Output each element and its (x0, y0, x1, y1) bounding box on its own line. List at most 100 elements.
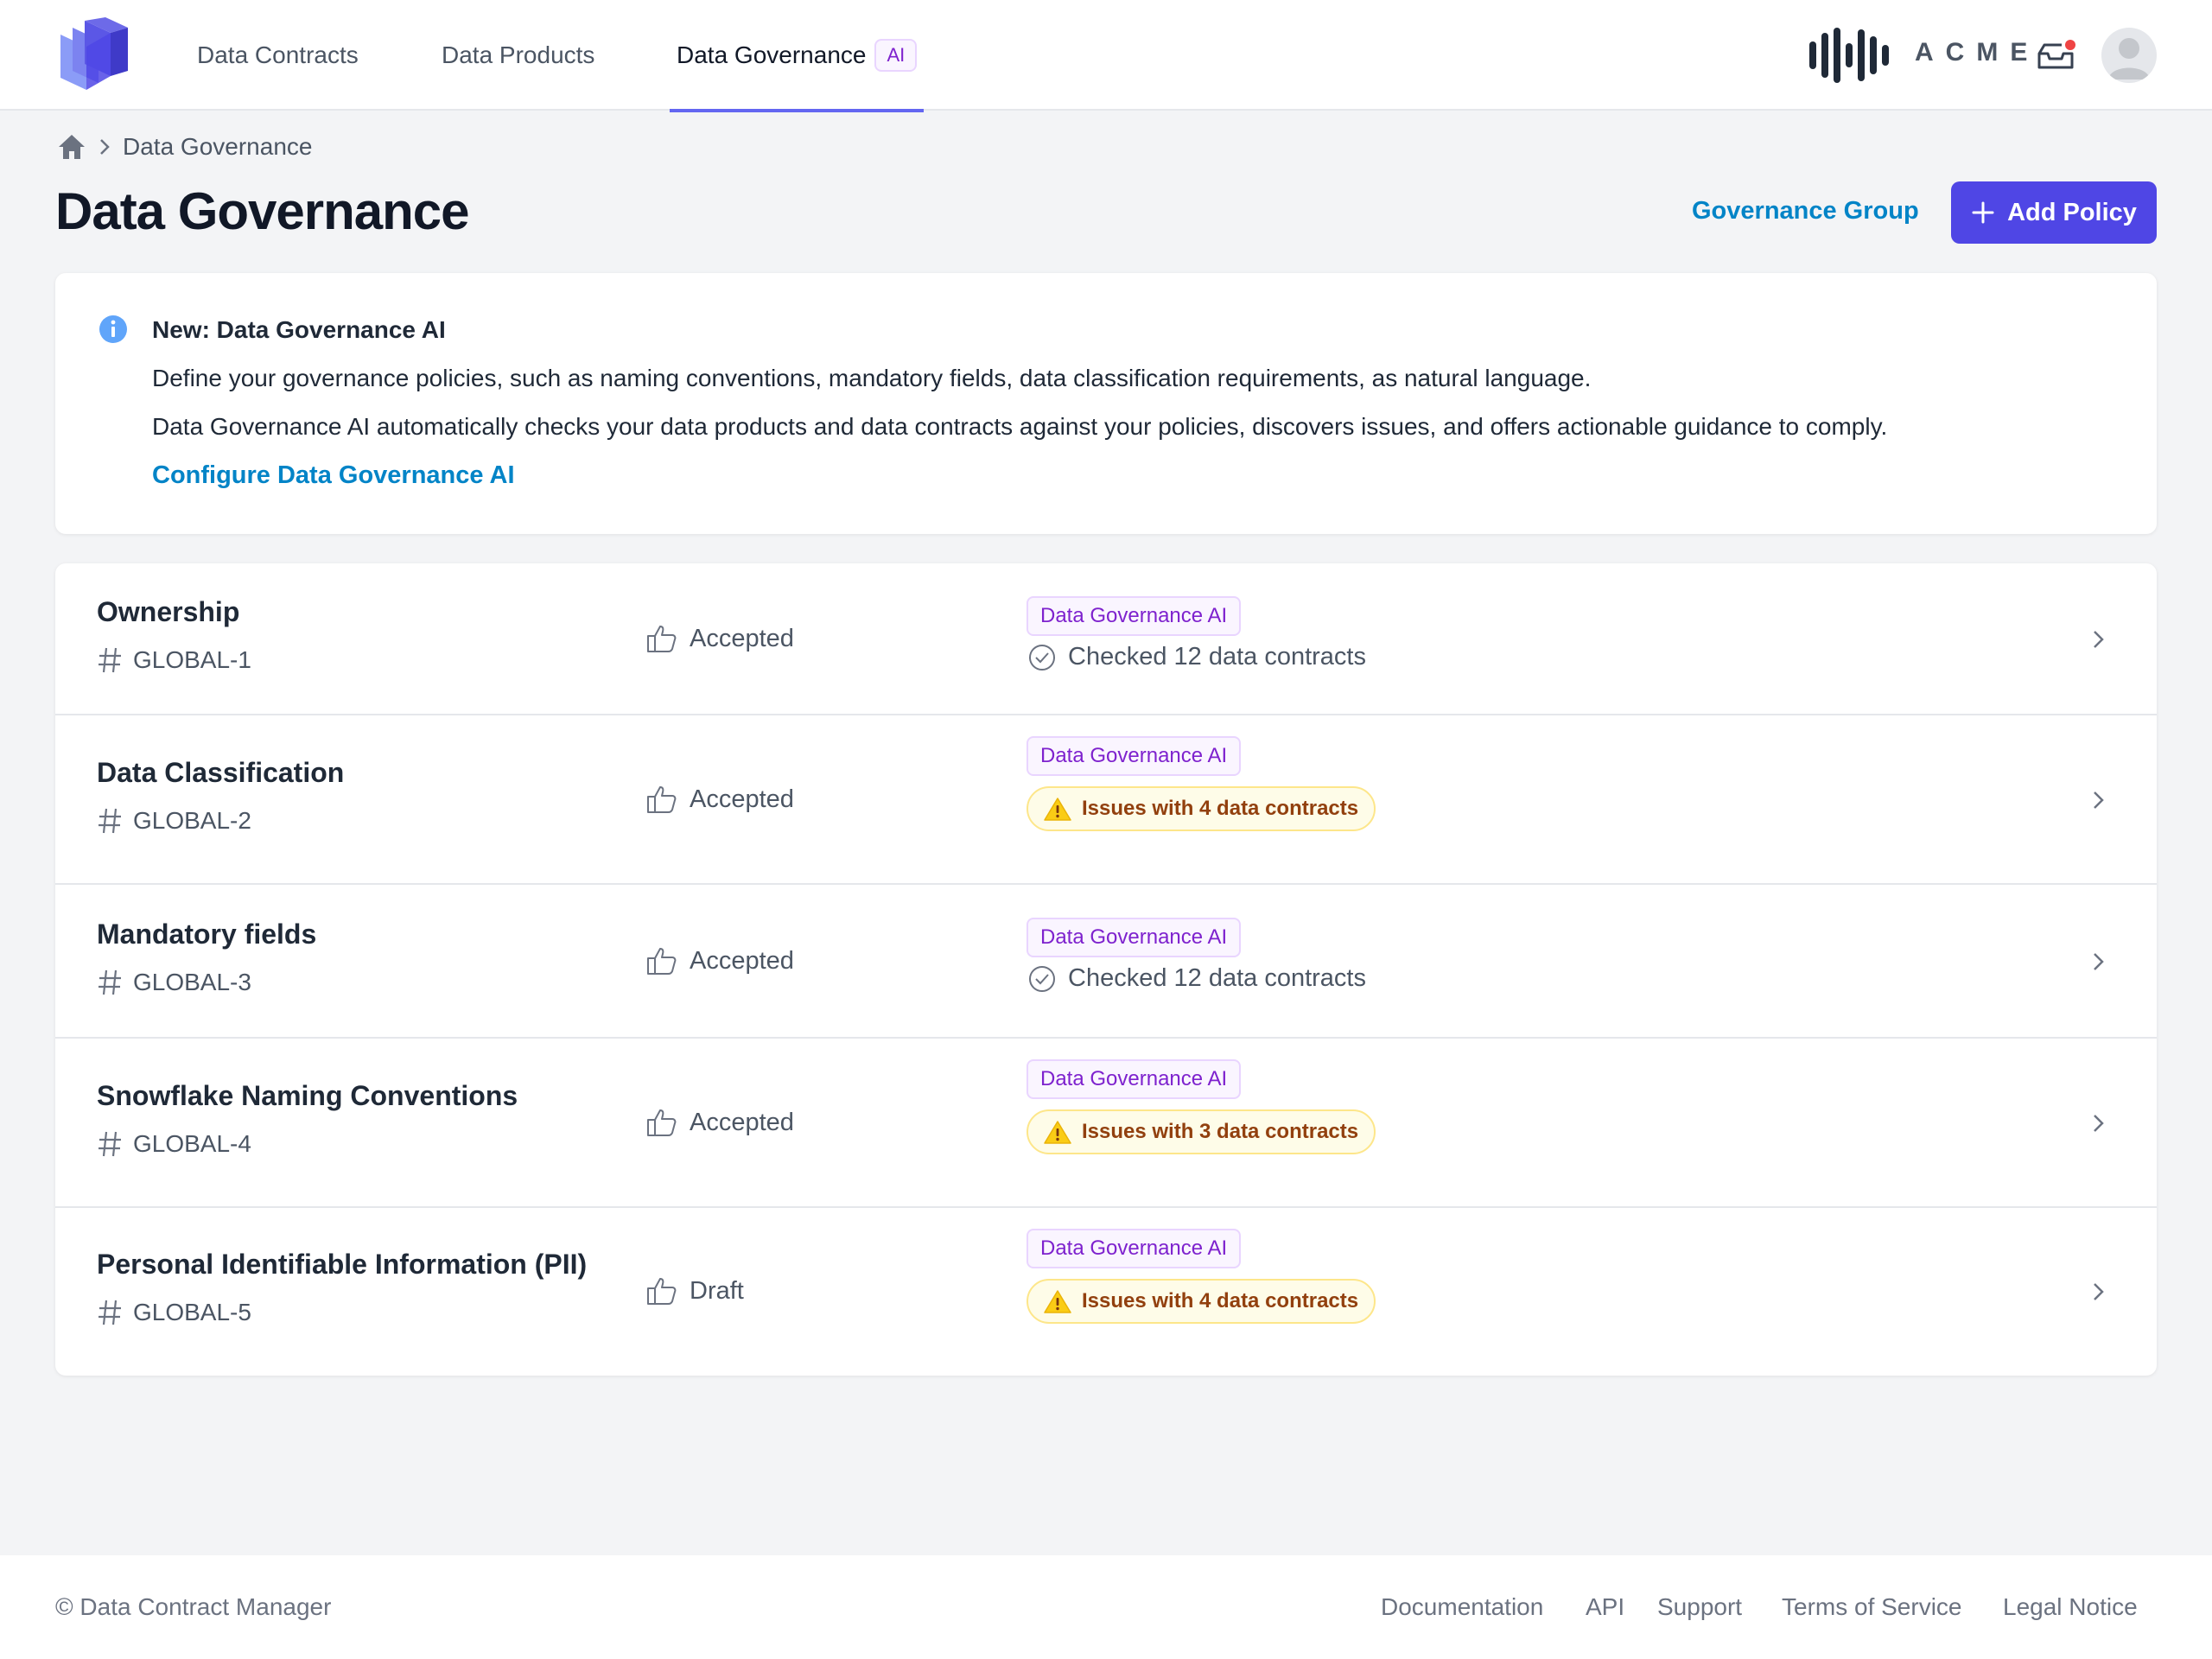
info-text: Define your governance policies, such as… (152, 365, 1592, 391)
policy-status-text: Accepted (690, 785, 794, 813)
check-result-text: Checked 12 data contracts (1068, 643, 1366, 671)
tab-data-products[interactable]: Data Products (442, 0, 594, 111)
thumbs-up-icon (647, 1278, 677, 1305)
check-circle-icon (1029, 965, 1055, 992)
thumbs-up-icon (647, 626, 677, 652)
warning-icon (1044, 1290, 1071, 1313)
policy-name: Mandatory fields (97, 918, 317, 950)
policy-row[interactable]: Personal Identifiable Information (PII) … (55, 1208, 2157, 1376)
tab-data-governance[interactable]: Data Governance AI (669, 0, 925, 112)
policy-name: Snowflake Naming Conventions (97, 1080, 518, 1111)
thumbs-up-icon (647, 786, 677, 813)
issues-badge[interactable]: Issues with 4 data contracts (1027, 786, 1376, 831)
chevron-right-icon (100, 139, 110, 155)
check-circle-icon (1029, 644, 1055, 671)
hash-icon (99, 808, 121, 834)
hash-icon (99, 1300, 121, 1325)
policy-id-text: GLOBAL-2 (133, 807, 251, 834)
add-policy-button[interactable]: Add Policy (1951, 181, 2157, 244)
policy-status-text: Draft (690, 1276, 744, 1305)
policy-row[interactable]: Mandatory fields GLOBAL-3 Accepted Data … (55, 885, 2157, 1039)
issues-badge[interactable]: Issues with 3 data contracts (1027, 1109, 1376, 1154)
policy-row[interactable]: Snowflake Naming Conventions GLOBAL-4 Ac… (55, 1039, 2157, 1208)
page-title: Data Governance (55, 182, 470, 240)
issues-text: Issues with 4 data contracts (1082, 797, 1359, 820)
hash-icon (99, 1131, 121, 1157)
inbox-icon[interactable] (2036, 38, 2077, 73)
hash-icon (99, 647, 121, 673)
issues-text: Issues with 3 data contracts (1082, 1120, 1359, 1143)
footer-link-legal[interactable]: Legal Notice (2003, 1593, 2138, 1621)
hash-icon (99, 969, 121, 995)
policy-list: Ownership GLOBAL-1 Accepted Data Governa… (55, 563, 2157, 1376)
policy-name: Data Classification (97, 757, 345, 788)
tab-label: Data Governance (677, 41, 867, 68)
policy-id-text: GLOBAL-5 (133, 1299, 251, 1325)
breadcrumb-current[interactable]: Data Governance (123, 133, 312, 161)
add-policy-label: Add Policy (2007, 198, 2137, 226)
plus-icon (1972, 201, 1994, 224)
issues-text: Issues with 4 data contracts (1082, 1289, 1359, 1313)
policy-id-text: GLOBAL-4 (133, 1130, 251, 1157)
policy-id: GLOBAL-3 (97, 969, 251, 996)
policy-id: GLOBAL-5 (97, 1299, 251, 1326)
info-banner: New: Data Governance AI Define your gove… (55, 273, 2157, 534)
chevron-right-icon[interactable] (2086, 1111, 2110, 1135)
policy-status: Accepted (646, 624, 794, 653)
acme-logo-icon (1809, 28, 1889, 83)
policy-row[interactable]: Data Classification GLOBAL-2 Accepted Da… (55, 715, 2157, 885)
copyright: © Data Contract Manager (55, 1593, 332, 1620)
breadcrumb: Data Governance (57, 133, 312, 161)
ai-label-badge: Data Governance AI (1027, 1229, 1242, 1268)
warning-icon (1044, 1121, 1071, 1144)
policy-id: GLOBAL-1 (97, 646, 251, 674)
thumbs-up-icon (647, 948, 677, 975)
chevron-right-icon[interactable] (2086, 1280, 2110, 1304)
policy-status-text: Accepted (690, 946, 794, 975)
policy-id: GLOBAL-2 (97, 807, 251, 835)
ai-label-badge: Data Governance AI (1027, 1059, 1242, 1099)
info-icon (99, 315, 127, 343)
policy-status: Draft (646, 1276, 744, 1306)
policy-id: GLOBAL-4 (97, 1130, 251, 1158)
ai-label-badge: Data Governance AI (1027, 918, 1242, 957)
footer: © Data Contract Manager Documentation AP… (0, 1555, 2212, 1659)
top-navigation-bar: Data Contracts Data Products Data Govern… (0, 0, 2212, 112)
ai-badge: AI (874, 39, 918, 72)
policy-row[interactable]: Ownership GLOBAL-1 Accepted Data Governa… (55, 563, 2157, 715)
policy-status: Accepted (646, 946, 794, 976)
policy-name: Personal Identifiable Information (PII) (97, 1249, 588, 1280)
policy-status: Accepted (646, 785, 794, 814)
policy-status: Accepted (646, 1108, 794, 1137)
tab-label: Data Contracts (197, 41, 359, 68)
ai-label-badge: Data Governance AI (1027, 596, 1242, 636)
avatar[interactable] (2101, 28, 2157, 83)
info-title: New: Data Governance AI (152, 316, 446, 343)
footer-link-terms[interactable]: Terms of Service (1782, 1593, 1962, 1621)
policy-status-text: Accepted (690, 1108, 794, 1136)
configure-ai-link[interactable]: Configure Data Governance AI (152, 461, 515, 490)
home-icon[interactable] (57, 133, 86, 161)
chevron-right-icon[interactable] (2086, 950, 2110, 974)
check-result-text: Checked 12 data contracts (1068, 964, 1366, 992)
policy-name: Ownership (97, 596, 240, 627)
org-name: ACME (1915, 38, 2040, 67)
warning-icon (1044, 798, 1071, 821)
governance-group-link[interactable]: Governance Group (1692, 197, 1919, 226)
policy-id-text: GLOBAL-1 (133, 646, 251, 673)
tab-data-contracts[interactable]: Data Contracts (197, 0, 359, 111)
check-result: Checked 12 data contracts (1028, 643, 1366, 671)
check-result: Checked 12 data contracts (1028, 964, 1366, 993)
tab-label: Data Products (442, 41, 595, 68)
policy-status-text: Accepted (690, 624, 794, 652)
issues-badge[interactable]: Issues with 4 data contracts (1027, 1279, 1376, 1324)
info-text: Data Governance AI automatically checks … (152, 413, 1888, 440)
policy-id-text: GLOBAL-3 (133, 969, 251, 995)
footer-link-documentation[interactable]: Documentation (1381, 1593, 1543, 1621)
cube-logo-icon[interactable] (60, 17, 130, 93)
chevron-right-icon[interactable] (2086, 627, 2110, 652)
footer-link-support[interactable]: Support (1657, 1593, 1742, 1621)
footer-link-api[interactable]: API (1586, 1593, 1624, 1621)
thumbs-up-icon (647, 1109, 677, 1136)
chevron-right-icon[interactable] (2086, 788, 2110, 812)
